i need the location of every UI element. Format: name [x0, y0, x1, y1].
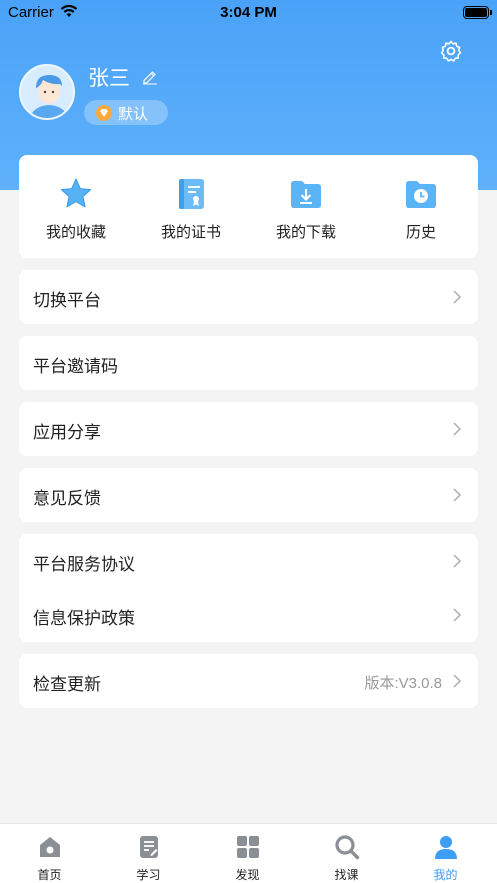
tab-study[interactable]: 学习 — [99, 824, 198, 883]
privacy-policy-row[interactable]: 信息保护政策 — [19, 588, 478, 642]
user-name: 张三 — [88, 66, 130, 90]
quick-certificates[interactable]: 我的证书 — [134, 155, 248, 258]
feedback-label: 意见反馈 — [33, 489, 101, 509]
invite-code-row[interactable]: 平台邀请码 — [19, 336, 478, 390]
discover-grid-icon — [237, 836, 259, 858]
badge-label: 默认 — [118, 105, 149, 123]
bottom-tab-bar: 首页 学习 发现 找课 我的 — [0, 823, 497, 883]
quick-downloads[interactable]: 我的下载 — [249, 155, 363, 258]
member-level-badge: 默认 — [84, 100, 168, 125]
share-app-card: 应用分享 — [19, 402, 478, 456]
home-icon — [40, 837, 60, 857]
version-label: 版本:V3.0.8 — [364, 675, 442, 692]
clock: 3:04 PM — [220, 4, 277, 21]
settings-gear-icon[interactable] — [439, 39, 463, 63]
chevron-right-icon — [453, 422, 462, 436]
switch-platform-row[interactable]: 切换平台 — [19, 270, 478, 324]
quick-actions-card: 我的收藏 我的证书 我的下载 历史 — [19, 155, 478, 258]
share-app-row[interactable]: 应用分享 — [19, 402, 478, 456]
check-update-row[interactable]: 检查更新 版本:V3.0.8 — [19, 654, 478, 708]
battery-icon — [463, 6, 492, 19]
switch-platform-card: 切换平台 — [19, 270, 478, 324]
privacy-policy-label: 信息保护政策 — [33, 609, 135, 629]
quick-downloads-label: 我的下载 — [275, 223, 336, 241]
invite-code-card: 平台邀请码 — [19, 336, 478, 390]
feedback-row[interactable]: 意见反馈 — [19, 468, 478, 522]
search-course-icon — [335, 835, 360, 860]
switch-platform-label: 切换平台 — [33, 291, 101, 311]
study-icon — [140, 836, 158, 858]
quick-history-label: 历史 — [405, 223, 436, 241]
legal-card: 平台服务协议 信息保护政策 — [19, 534, 478, 642]
tab-find-course[interactable]: 找课 — [297, 824, 396, 883]
status-bar: Carrier 3:04 PM — [0, 0, 497, 26]
diamond-icon — [96, 105, 112, 121]
certificate-icon — [179, 179, 204, 209]
quick-favorites[interactable]: 我的收藏 — [19, 155, 133, 258]
chevron-right-icon — [453, 674, 462, 688]
service-agreement-label: 平台服务协议 — [33, 555, 135, 575]
avatar[interactable] — [19, 64, 75, 120]
chevron-right-icon — [453, 488, 462, 502]
tab-study-label: 学习 — [136, 868, 161, 882]
tab-home[interactable]: 首页 — [0, 824, 99, 883]
tab-mine-label: 我的 — [433, 868, 458, 882]
tab-find-course-label: 找课 — [334, 868, 359, 882]
quick-certificates-label: 我的证书 — [160, 223, 221, 241]
history-folder-icon — [406, 181, 436, 208]
service-agreement-row[interactable]: 平台服务协议 — [19, 534, 478, 588]
feedback-card: 意见反馈 — [19, 468, 478, 522]
quick-favorites-label: 我的收藏 — [45, 223, 106, 241]
tab-mine[interactable]: 我的 — [396, 824, 495, 883]
chevron-right-icon — [453, 290, 462, 304]
check-update-card: 检查更新 版本:V3.0.8 — [19, 654, 478, 708]
edit-pencil-icon[interactable] — [141, 67, 159, 85]
star-icon — [60, 178, 92, 208]
check-update-label: 检查更新 — [33, 675, 101, 695]
tab-discover[interactable]: 发现 — [198, 824, 297, 883]
profile-icon — [435, 836, 457, 859]
tab-discover-label: 发现 — [235, 868, 260, 882]
chevron-right-icon — [453, 554, 462, 568]
invite-code-label: 平台邀请码 — [33, 357, 118, 377]
tab-home-label: 首页 — [37, 868, 62, 882]
share-app-label: 应用分享 — [33, 423, 101, 443]
download-folder-icon — [291, 181, 321, 208]
chevron-right-icon — [453, 608, 462, 622]
quick-history[interactable]: 历史 — [364, 155, 478, 258]
